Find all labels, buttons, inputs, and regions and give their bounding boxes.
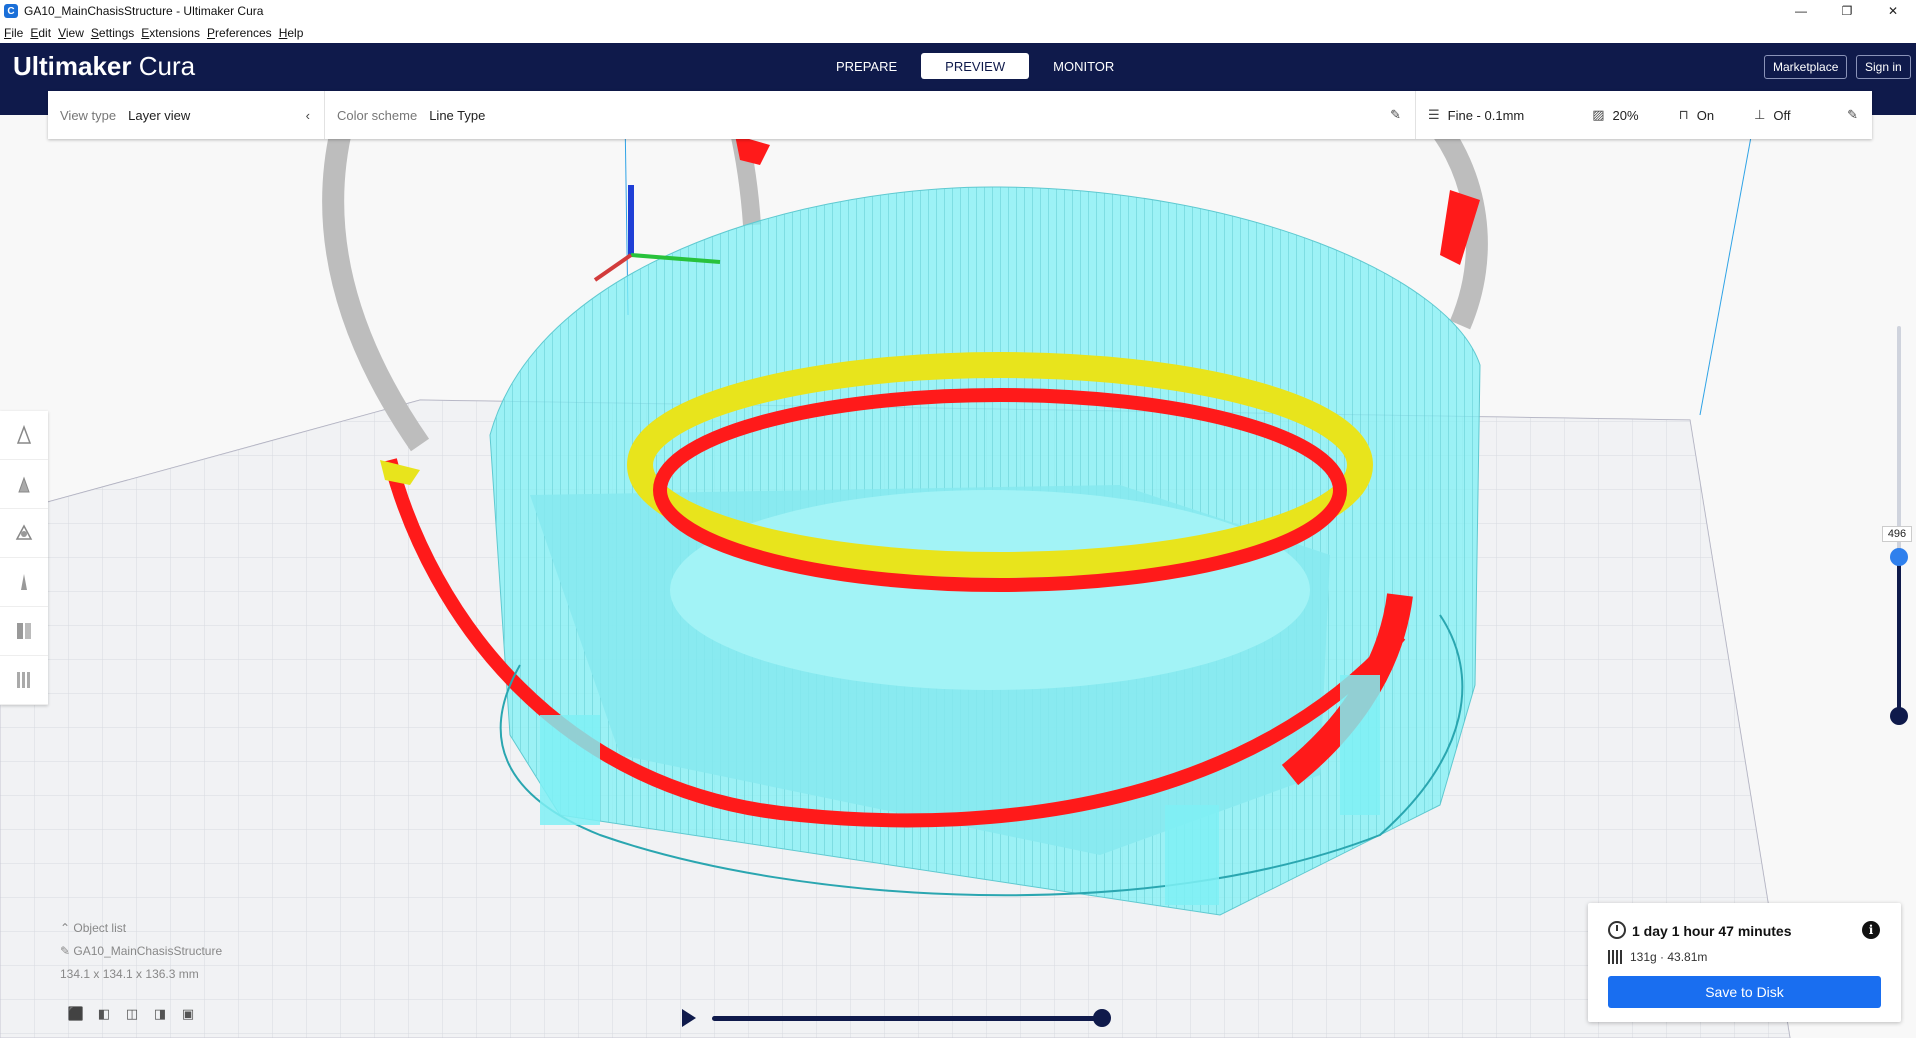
infill-icon: ▨ bbox=[1592, 107, 1605, 122]
brand-name-bold: Ultimaker bbox=[13, 51, 132, 81]
info-icon[interactable]: i bbox=[1862, 921, 1880, 939]
pencil-icon[interactable]: ✎ bbox=[1847, 107, 1858, 123]
support-blocker-icon[interactable] bbox=[0, 656, 48, 705]
window-title: GA10_MainChasisStructure - Ultimaker Cur… bbox=[24, 4, 264, 18]
layer-view-scene bbox=[0, 115, 1791, 1038]
save-to-disk-button[interactable]: Save to Disk bbox=[1608, 976, 1881, 1008]
brand-name-light: Cura bbox=[138, 51, 196, 81]
per-model-settings-icon[interactable] bbox=[0, 607, 48, 656]
build-volume-edge bbox=[1699, 115, 1756, 416]
window-controls: — ❐ ✕ bbox=[1778, 0, 1916, 22]
menu-settings[interactable]: Settings bbox=[91, 26, 134, 40]
support-leg bbox=[1165, 805, 1219, 905]
support-leg bbox=[1340, 675, 1380, 815]
3d-viewport[interactable]: 496 ⌃ Object list ✎ GA10_MainChasisStruc… bbox=[0, 115, 1916, 1038]
material-estimate: 131g · 43.81m bbox=[1608, 950, 1707, 964]
front-view-icon[interactable]: ◧ bbox=[90, 1004, 118, 1024]
scale-tool-icon[interactable] bbox=[0, 460, 48, 509]
menu-help[interactable]: Help bbox=[279, 26, 304, 40]
menu-view[interactable]: View bbox=[58, 26, 84, 40]
chevron-up-icon: ⌃ bbox=[60, 921, 74, 935]
layer-slider-lower-handle[interactable] bbox=[1890, 707, 1908, 725]
tab-monitor[interactable]: MONITOR bbox=[1029, 53, 1138, 79]
top-view-icon[interactable]: ◫ bbox=[118, 1004, 146, 1024]
layer-slider-range bbox=[1897, 556, 1901, 716]
pencil-icon[interactable]: ✎ bbox=[1390, 107, 1401, 123]
support-leg bbox=[540, 715, 600, 825]
print-estimate-panel: 1 day 1 hour 47 minutes i 131g · 43.81m … bbox=[1588, 903, 1901, 1022]
3d-view-icon[interactable]: ⬛ bbox=[62, 1004, 90, 1024]
window-titlebar: C GA10_MainChasisStructure - Ultimaker C… bbox=[0, 0, 1916, 22]
object-dimensions: 134.1 x 134.1 x 136.3 mm bbox=[60, 967, 199, 981]
left-view-icon[interactable]: ◨ bbox=[146, 1004, 174, 1024]
play-icon[interactable] bbox=[682, 1009, 696, 1027]
menu-extensions[interactable]: Extensions bbox=[141, 26, 200, 40]
color-scheme-selector[interactable]: Color scheme Line Type ✎ bbox=[325, 91, 1415, 139]
adhesion-icon: ⊥ bbox=[1754, 107, 1766, 122]
minimize-button[interactable]: — bbox=[1778, 0, 1824, 22]
print-time: 1 day 1 hour 47 minutes bbox=[1632, 923, 1792, 939]
cura-app-icon: C bbox=[4, 4, 18, 18]
simulation-slider-handle[interactable] bbox=[1093, 1009, 1111, 1027]
view-type-value: Layer view bbox=[128, 107, 191, 123]
object-name-row[interactable]: ✎ GA10_MainChasisStructure bbox=[60, 944, 222, 958]
menu-edit[interactable]: Edit bbox=[30, 26, 51, 40]
close-button[interactable]: ✕ bbox=[1870, 0, 1916, 22]
camera-view-buttons: ⬛ ◧ ◫ ◨ ▣ bbox=[62, 1004, 202, 1024]
print-settings-summary[interactable]: ☰ Fine - 0.1mm ▨ 20% ⊓ On ⊥ Off ✎ bbox=[1416, 91, 1872, 139]
profile-icon: ☰ bbox=[1428, 107, 1440, 122]
stage-tabs: PREPARE PREVIEW MONITOR bbox=[812, 53, 1138, 79]
tab-prepare[interactable]: PREPARE bbox=[812, 53, 921, 79]
settings-bar: View type Layer view ‹ Color scheme Line… bbox=[48, 91, 1872, 139]
axis-y bbox=[593, 253, 633, 282]
menu-file[interactable]: File bbox=[4, 26, 23, 40]
sign-in-button[interactable]: Sign in bbox=[1856, 55, 1911, 79]
move-tool-icon[interactable] bbox=[0, 411, 48, 460]
layer-slider-upper-handle[interactable] bbox=[1890, 548, 1908, 566]
marketplace-button[interactable]: Marketplace bbox=[1764, 55, 1848, 79]
infill-value: 20% bbox=[1612, 107, 1639, 123]
restore-button[interactable]: ❐ bbox=[1824, 0, 1870, 22]
adhesion-value: Off bbox=[1773, 107, 1791, 123]
color-scheme-label: Color scheme bbox=[337, 107, 418, 123]
disallowed-area-arc bbox=[322, 115, 430, 452]
brand-logo: Ultimaker Cura bbox=[13, 51, 195, 82]
mirror-tool-icon[interactable] bbox=[0, 558, 48, 607]
menu-bar: File Edit View Settings Extensions Prefe… bbox=[0, 22, 1916, 43]
menu-preferences[interactable]: Preferences bbox=[207, 26, 272, 40]
simulation-slider-track[interactable] bbox=[712, 1016, 1104, 1021]
spool-icon bbox=[1608, 950, 1622, 964]
tool-sidebar bbox=[0, 411, 48, 705]
object-list-toggle[interactable]: ⌃ Object list bbox=[60, 921, 222, 935]
view-type-label: View type bbox=[60, 107, 117, 123]
support-icon: ⊓ bbox=[1678, 107, 1689, 122]
chevron-left-icon[interactable]: ‹ bbox=[306, 108, 310, 123]
view-type-selector[interactable]: View type Layer view ‹ bbox=[48, 91, 324, 139]
support-value: On bbox=[1696, 107, 1715, 123]
tab-preview[interactable]: PREVIEW bbox=[921, 53, 1030, 79]
rotate-tool-icon[interactable] bbox=[0, 509, 48, 558]
profile-value: Fine - 0.1mm bbox=[1447, 107, 1525, 123]
pencil-icon: ✎ bbox=[60, 944, 74, 958]
right-view-icon[interactable]: ▣ bbox=[174, 1004, 202, 1024]
layer-number-input[interactable]: 496 bbox=[1882, 526, 1912, 542]
clock-icon bbox=[1608, 921, 1626, 939]
color-scheme-value: Line Type bbox=[429, 107, 486, 123]
object-list: ⌃ Object list ✎ GA10_MainChasisStructure… bbox=[60, 921, 222, 990]
